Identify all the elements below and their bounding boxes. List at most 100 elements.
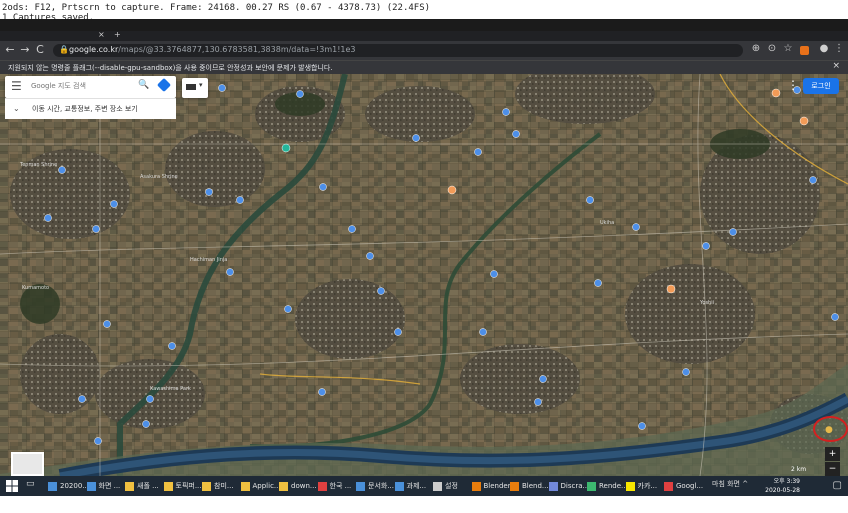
search-icon[interactable]: 🔍 <box>138 80 149 90</box>
lock-icon[interactable]: 🔒 <box>59 45 69 54</box>
clock-time: 오후 3:39 <box>773 478 800 485</box>
taskbar-app-label: 카카... <box>637 482 658 490</box>
taskbar-app-item[interactable]: 새폴 ... <box>125 478 159 494</box>
maps-search-input[interactable] <box>31 79 131 93</box>
location-icon[interactable]: ⊕ <box>750 43 762 54</box>
taskbar-app-item[interactable]: Rende... <box>587 478 628 494</box>
app-icon <box>279 481 288 491</box>
profile-avatar-icon[interactable]: ● <box>818 43 830 54</box>
taskbar-app-item[interactable]: 카카... <box>625 478 658 494</box>
app-icon <box>587 481 596 491</box>
taskbar-app-label: 한국 ... <box>329 482 352 490</box>
title-bar <box>0 19 848 31</box>
place-label-tenman: Tenman Shrine <box>19 162 57 168</box>
pegman-icon[interactable]: ● <box>825 425 833 435</box>
chrome-menu-icon[interactable]: ⋮ <box>833 43 845 54</box>
recorder-overlay: 2ods: F12, Prtscrn to capture. Frame: 24… <box>0 0 848 23</box>
taskbar-app-label: 과제... <box>406 482 427 490</box>
taskbar-app-label: Googl... <box>676 482 704 490</box>
windows-start-icon[interactable] <box>6 480 18 492</box>
app-icon <box>240 481 250 491</box>
app-icon <box>86 481 96 491</box>
place-label-yoshii: Yoshii <box>699 300 714 306</box>
tab-close-icon[interactable]: × <box>98 30 105 39</box>
hamburger-menu-icon[interactable]: ☰ <box>11 79 22 93</box>
tab-strip: × + <box>0 30 848 41</box>
address-bar[interactable]: 🔒 google.co.kr/maps/@33.3764877,130.6783… <box>53 44 743 57</box>
new-tab-icon[interactable]: + <box>114 30 121 39</box>
app-icon <box>48 481 57 491</box>
back-button[interactable]: ← <box>4 43 16 56</box>
browser-toolbar: ← → C 🔒 google.co.kr/maps/@33.3764877,13… <box>0 41 848 60</box>
taskbar-app-item[interactable]: 참미... <box>202 478 234 494</box>
place-label-asakura: Asakura Shrine <box>140 174 178 180</box>
url-host: google.co.kr <box>69 45 119 54</box>
app-icon <box>394 481 404 491</box>
taskbar-app-item[interactable]: 과제... <box>394 478 427 494</box>
taskbar-app-label: Applic... <box>252 482 281 490</box>
app-icon <box>317 481 327 491</box>
screen: × + ← → C 🔒 google.co.kr/maps/@33.376487… <box>0 19 848 496</box>
taskbar-app-label: down... <box>291 482 317 490</box>
taskbar-app-item[interactable]: down... <box>279 478 317 494</box>
taskbar-app-label: 화면 ... <box>98 482 121 490</box>
taskbar-app-label: 설정 <box>445 482 458 490</box>
satellite-imagery[interactable]: Tenman Shrine Asakura Shrine Hachiman Ji… <box>0 74 848 476</box>
taskbar-app-item[interactable]: 한국 ... <box>317 478 352 494</box>
taskbar-app-label: 문서화... <box>368 482 394 490</box>
nearby-panel-toggle[interactable]: ⌄ 이동 시간, 교통정보, 주변 장소 보기 <box>5 98 176 119</box>
taskbar-app-label: Discra... <box>560 482 590 490</box>
taskbar-app-item[interactable]: 문서화... <box>356 478 394 494</box>
nearby-label: 이동 시간, 교통정보, 주변 장소 보기 <box>32 105 138 113</box>
recorder-status-line: 2ods: F12, Prtscrn to capture. Frame: 24… <box>2 3 431 13</box>
place-label-ukiha: Ukiha <box>600 220 614 226</box>
system-tray[interactable]: 마침 화면 ^ <box>712 479 748 489</box>
taskbar-app-item[interactable]: 토픽퍼... <box>163 478 202 494</box>
map-scale: 2 km <box>791 466 807 473</box>
notification-icon[interactable]: ▢ <box>833 480 842 491</box>
taskbar-app-item[interactable]: 20200... <box>48 478 89 494</box>
taskbar-app-label: Rende... <box>599 482 628 490</box>
taskbar-app-label: Blender <box>483 482 511 490</box>
infobar-close-icon[interactable]: × <box>832 61 840 71</box>
directions-icon[interactable] <box>156 77 172 93</box>
taskbar-app-item[interactable]: Blend... <box>510 478 549 494</box>
taskbar-app-item[interactable]: 화면 ... <box>86 478 121 494</box>
taskbar-app-label: 토픽퍼... <box>175 482 202 490</box>
task-view-icon[interactable]: ▭ <box>26 479 35 489</box>
clock[interactable]: 오후 3:39 2020-05-28 <box>765 477 800 495</box>
taskbar-app-item[interactable]: 설정 <box>433 478 458 494</box>
layers-icon <box>186 84 196 90</box>
taskbar-app-item[interactable]: Googl... <box>664 478 703 494</box>
app-icon <box>471 481 481 491</box>
app-icon <box>664 481 673 491</box>
app-icon <box>163 481 173 491</box>
zoom-in-button[interactable]: + <box>825 447 840 461</box>
taskbar-app-item[interactable]: Blender <box>471 478 511 494</box>
app-icon <box>625 481 635 491</box>
app-icon <box>433 481 442 491</box>
app-icon <box>548 481 558 491</box>
taskbar-app-item[interactable]: Discra... <box>548 478 590 494</box>
taskbar-app-label: 새폴 ... <box>137 482 159 490</box>
map-layer-thumbnail[interactable] <box>11 452 44 476</box>
chevron-down-icon: ⌄ <box>13 104 20 113</box>
sign-in-button[interactable]: 로그인 <box>803 78 839 94</box>
zoom-out-button[interactable]: − <box>825 462 840 476</box>
warning-infobar-text: 지원되지 않는 명령줄 플래그(--disable-gpu-sandbox)을 … <box>8 64 333 72</box>
url-text[interactable]: google.co.kr/maps/@33.3764877,130.678358… <box>69 45 356 54</box>
bookmark-star-icon[interactable]: ☆ <box>782 43 794 54</box>
reload-button[interactable]: C <box>34 43 46 56</box>
extension-icon[interactable] <box>800 46 809 55</box>
place-label-hachiman: Hachiman Jinja <box>190 257 227 263</box>
app-icon <box>510 481 519 491</box>
map-type-toggle[interactable]: ▾ <box>182 78 208 98</box>
forward-button[interactable]: → <box>19 43 31 56</box>
taskbar-app-item[interactable]: Applic... <box>240 478 281 494</box>
app-icon <box>356 481 365 491</box>
zoom-icon[interactable]: ⊙ <box>766 43 778 54</box>
satellite-map[interactable]: Tenman Shrine Asakura Shrine Hachiman Ji… <box>0 74 848 476</box>
url-path: /maps/@33.3764877,130.6783581,3838m/data… <box>118 45 356 54</box>
clock-date: 2020-05-28 <box>765 487 800 494</box>
taskbar-app-label: Blend... <box>522 482 549 490</box>
